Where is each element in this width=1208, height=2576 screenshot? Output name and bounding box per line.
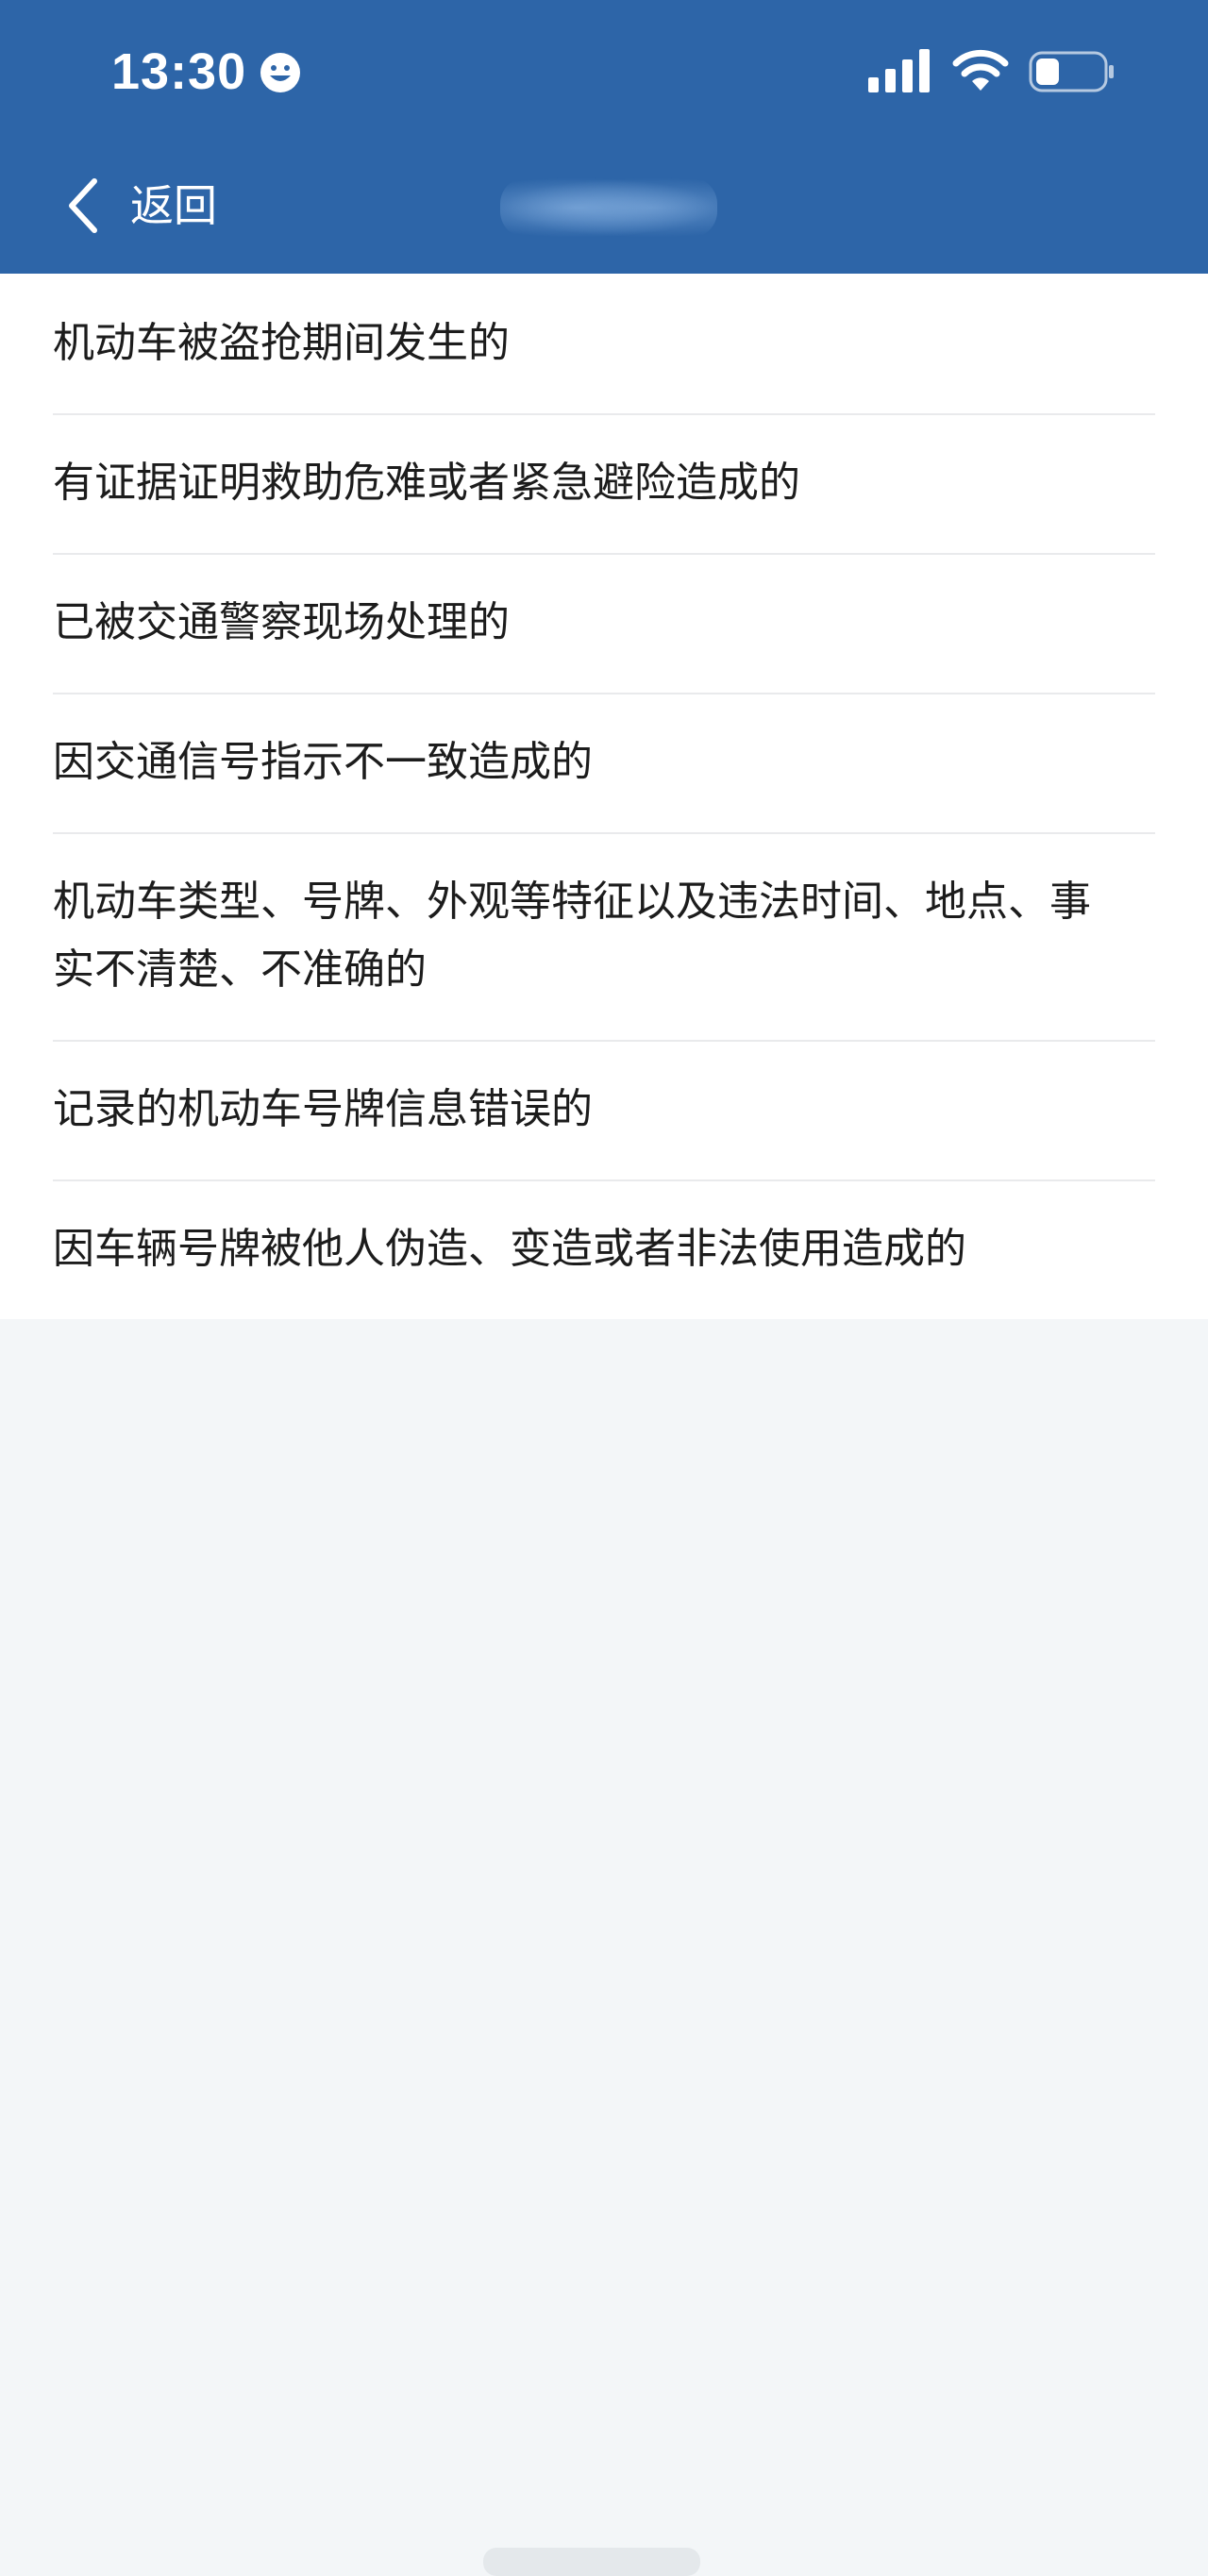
list-item-label: 因车辆号牌被他人伪造、变造或者非法使用造成的 bbox=[53, 1225, 966, 1273]
list-item[interactable]: 因车辆号牌被他人伪造、变造或者非法使用造成的 bbox=[0, 1179, 1208, 1319]
header: 13:30 返回 bbox=[0, 0, 1208, 274]
list-item-label: 已被交通警察现场处理的 bbox=[53, 598, 510, 646]
list-item[interactable]: 因交通信号指示不一致造成的 bbox=[0, 693, 1208, 832]
smiley-face-icon bbox=[260, 53, 300, 92]
page-title-blurred bbox=[500, 177, 717, 238]
status-time: 13:30 bbox=[111, 43, 247, 100]
list-item-label: 记录的机动车号牌信息错误的 bbox=[53, 1085, 593, 1133]
back-button[interactable]: 返回 bbox=[64, 168, 217, 243]
list-item[interactable]: 记录的机动车号牌信息错误的 bbox=[0, 1040, 1208, 1179]
status-bar: 13:30 bbox=[0, 0, 1208, 142]
list-item-label: 机动车被盗抢期间发生的 bbox=[53, 319, 510, 367]
back-label: 返回 bbox=[130, 180, 217, 231]
list-item[interactable]: 有证据证明救助危难或者紧急避险造成的 bbox=[0, 413, 1208, 553]
watermark bbox=[483, 2548, 700, 2576]
list-item[interactable]: 已被交通警察现场处理的 bbox=[0, 553, 1208, 693]
list-item-label: 机动车类型、号牌、外观等特征以及违法时间、地点、事实不清楚、不准确的 bbox=[53, 878, 1091, 994]
list-item-label: 因交通信号指示不一致造成的 bbox=[53, 738, 593, 786]
list-item[interactable]: 机动车类型、号牌、外观等特征以及违法时间、地点、事实不清楚、不准确的 bbox=[0, 832, 1208, 1040]
nav-bar: 返回 bbox=[0, 142, 1208, 274]
list-item-label: 有证据证明救助危难或者紧急避险造成的 bbox=[53, 459, 800, 507]
option-list: 机动车被盗抢期间发生的 有证据证明救助危难或者紧急避险造成的 已被交通警察现场处… bbox=[0, 274, 1208, 1319]
chevron-left-icon bbox=[69, 178, 97, 233]
battery-icon bbox=[1029, 51, 1114, 92]
wifi-icon bbox=[952, 49, 1009, 91]
list-item[interactable]: 机动车被盗抢期间发生的 bbox=[0, 274, 1208, 413]
cellular-signal-icon bbox=[868, 49, 930, 92]
